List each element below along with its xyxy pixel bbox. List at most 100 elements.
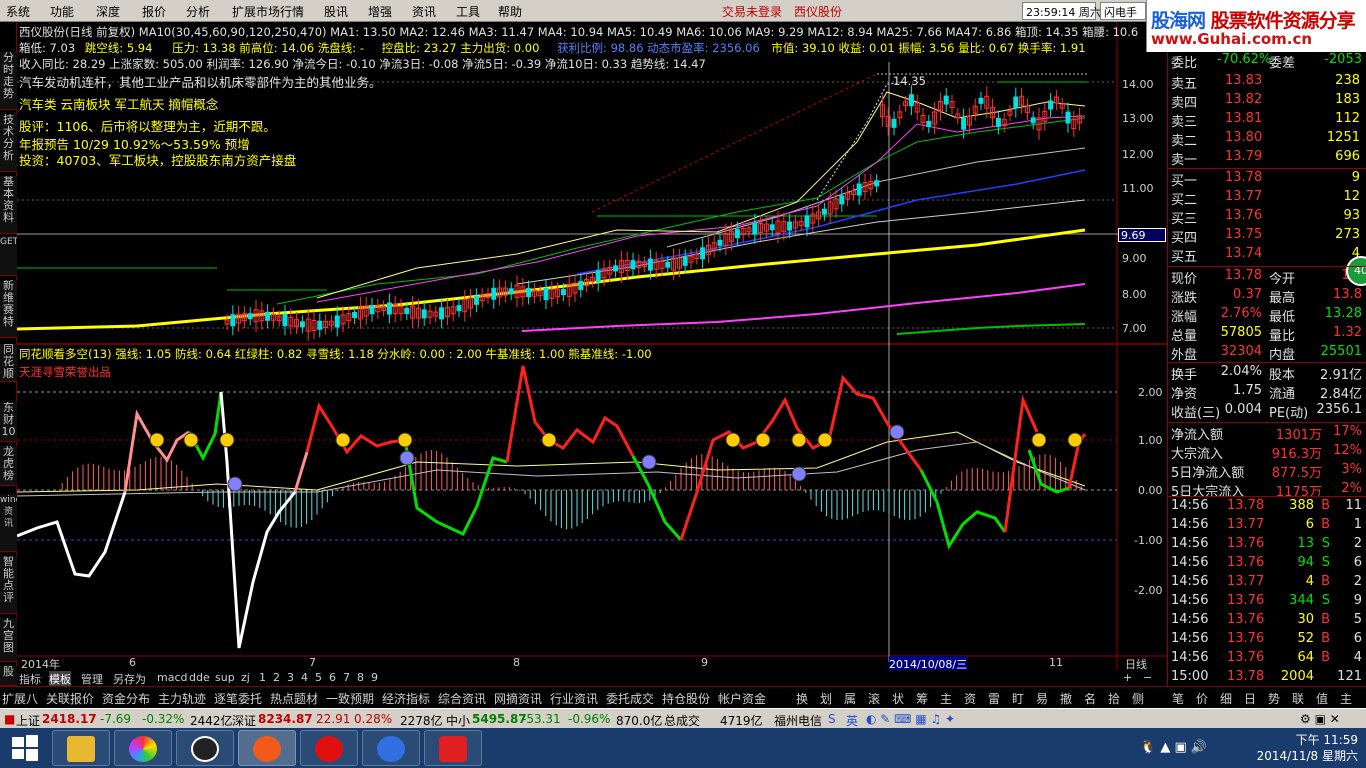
sub-tab-6[interactable]: 6 [329,671,336,684]
menu-info[interactable]: 资讯 [412,3,436,20]
bottom-tool-button[interactable]: 筹 [916,690,928,707]
nav-tab-smart[interactable]: 智能点评 [0,556,17,614]
nav-tab-wind[interactable]: wind资讯 [0,494,17,552]
sub-tab-4[interactable]: 4 [301,671,308,684]
right-tool-tab[interactable]: 细 [1220,690,1232,707]
sub-tab-sup[interactable]: sup [215,671,235,684]
bid-price[interactable]: 13.75 [1225,227,1262,242]
sub-tab-saveas[interactable]: 另存为 [113,671,146,687]
bid-price[interactable]: 13.74 [1225,246,1262,261]
bottom-tool-button[interactable]: 状 [892,690,904,707]
status-icons[interactable]: ⚙ ▣ ✕ [1300,712,1340,726]
menu-depth[interactable]: 深度 [96,3,120,20]
ask-price[interactable]: 13.79 [1225,149,1262,164]
bottom-tab[interactable]: 逐笔委托 [214,690,262,707]
zx-label[interactable]: 中小 [446,712,470,729]
taskbar-pdf-app[interactable] [424,730,482,766]
right-tool-tab[interactable]: 日 [1244,690,1256,707]
right-tool-tab[interactable]: 势 [1268,690,1280,707]
menu-extended-market[interactable]: 扩展市场行情 [232,3,304,20]
bottom-tab[interactable]: 持仓股份 [662,690,710,707]
ime-tools-icon[interactable]: ◐ ✎ ⌨ ▦ ♫ ✦ [866,712,955,726]
flash-trade-button[interactable]: 闪电手 [1100,2,1146,20]
bottom-tool-button[interactable]: 易 [1036,690,1048,707]
menu-news[interactable]: 股讯 [324,3,348,20]
sz-label[interactable]: 深证 [232,712,256,729]
bottom-tab[interactable]: 综合资讯 [438,690,486,707]
bottom-tool-button[interactable]: 拾 [1108,690,1120,707]
nav-tab-lhb[interactable]: 龙虎榜 [0,446,17,486]
sub-tab-manage[interactable]: 管理 [81,671,103,687]
nav-tab-get[interactable]: GET [0,236,17,276]
sub-tab-indicator[interactable]: 指标 [19,671,41,687]
bottom-tab[interactable]: 资金分布 [102,690,150,707]
bottom-tool-button[interactable]: 名 [1084,690,1096,707]
nav-tab-dc[interactable]: 东财10 [0,402,17,442]
taskbar-red-app[interactable] [300,730,358,766]
menu-tools[interactable]: 工具 [456,3,480,20]
bottom-tab[interactable]: 网摘资讯 [494,690,542,707]
bid-price[interactable]: 13.78 [1225,170,1262,185]
bottom-tab[interactable]: 主力轨迹 [158,690,206,707]
taskbar-explorer[interactable] [52,730,110,766]
ime-lang[interactable]: 英 [846,712,858,729]
taskbar-time[interactable]: 下午 11:59 [1257,732,1358,748]
taskbar-trading-app[interactable] [238,730,296,766]
sub-tab-7[interactable]: 7 [343,671,350,684]
sub-tab-5[interactable]: 5 [315,671,322,684]
sub-tab-9[interactable]: 9 [371,671,378,684]
ask-price[interactable]: 13.81 [1225,111,1262,126]
bottom-tool-button[interactable]: 资 [964,690,976,707]
taskbar-date[interactable]: 2014/11/8 星期六 [1257,748,1358,764]
zoom-in-button[interactable]: + [1123,671,1132,684]
nav-tab-xinwei[interactable]: 新维赛特 [0,280,17,338]
right-tool-tab[interactable]: 价 [1196,690,1208,707]
menu-function[interactable]: 功能 [50,3,74,20]
bottom-tab[interactable]: 关联报价 [46,690,94,707]
login-status[interactable]: 交易未登录 [722,3,782,20]
taskbar-color-app[interactable] [114,730,172,766]
bottom-tab[interactable]: 扩展八 [2,690,38,707]
sub-tab-2[interactable]: 2 [273,671,280,684]
nav-tab-stock[interactable]: 股 [0,666,17,686]
taskbar-stock-app[interactable] [362,730,420,766]
bottom-tool-button[interactable]: 侧 [1132,690,1144,707]
bottom-tab[interactable]: 热点题材 [270,690,318,707]
bottom-tool-button[interactable]: 划 [820,690,832,707]
taskbar-qq[interactable] [176,730,234,766]
menu-system[interactable]: 系统 [6,3,30,20]
sh-label[interactable]: 上证 [16,712,40,729]
bottom-tool-button[interactable]: 撤 [1060,690,1072,707]
right-tool-tab[interactable]: 主 [1340,690,1352,707]
bid-price[interactable]: 13.76 [1225,208,1262,223]
bottom-tab[interactable]: 行业资讯 [550,690,598,707]
sub-tab-dde[interactable]: dde [189,671,210,684]
menu-quote[interactable]: 报价 [142,3,166,20]
zoom-out-button[interactable]: − [1143,671,1152,684]
sub-tab-8[interactable]: 8 [357,671,364,684]
ask-price[interactable]: 13.80 [1225,130,1262,145]
bottom-tool-button[interactable]: 盯 [1012,690,1024,707]
nav-tab-ths[interactable]: 同花顺 [0,344,17,382]
bid-price[interactable]: 13.77 [1225,189,1262,204]
tray-icons[interactable]: 🐧 ▲ ▣ 🔊 [1140,740,1207,755]
windows-start-icon[interactable] [10,734,40,762]
right-tool-tab[interactable]: 值 [1316,690,1328,707]
sub-tab-3[interactable]: 3 [287,671,294,684]
right-tool-tab[interactable]: 联 [1292,690,1304,707]
bottom-tool-button[interactable]: 滚 [868,690,880,707]
menu-enhance[interactable]: 增强 [368,3,392,20]
sub-tab-zj[interactable]: zj [241,671,250,684]
sub-tab-macd[interactable]: macd [157,671,188,684]
ime-logo-icon[interactable]: S [828,712,836,726]
ask-price[interactable]: 13.83 [1225,73,1262,88]
bottom-tool-button[interactable]: 雷 [988,690,1000,707]
sub-tab-1[interactable]: 1 [259,671,266,684]
nav-tab-fundamental[interactable]: 基本资料 [0,176,17,234]
ask-price[interactable]: 13.82 [1225,92,1262,107]
bottom-tool-button[interactable]: 属 [844,690,856,707]
menu-analysis[interactable]: 分析 [186,3,210,20]
bottom-tab[interactable]: 委托成交 [606,690,654,707]
bottom-tab[interactable]: 经济指标 [382,690,430,707]
nav-tab-timeshare[interactable]: 分时走势 [0,52,17,110]
